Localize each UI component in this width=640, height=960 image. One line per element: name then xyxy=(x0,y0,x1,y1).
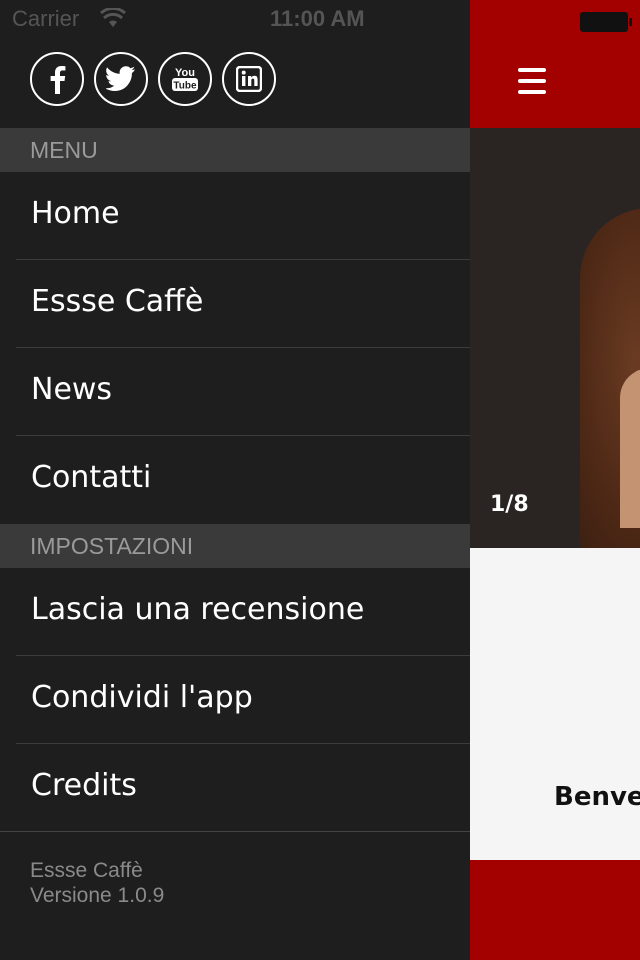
footer-divider xyxy=(0,831,470,832)
settings-item-label: Lascia una recensione xyxy=(31,592,365,627)
svg-text:Tube: Tube xyxy=(173,81,197,92)
slide-image-face xyxy=(620,368,640,528)
status-bar: Carrier 11:00 AM xyxy=(0,0,470,40)
hamburger-line xyxy=(518,90,546,94)
settings-section-label: IMPOSTAZIONI xyxy=(30,533,194,559)
hero-slider[interactable]: 1/8 xyxy=(470,128,640,548)
settings-item-share[interactable]: Condividi l'app xyxy=(16,656,470,744)
main-screen: 1/8 Benve xyxy=(470,0,640,960)
linkedin-button[interactable] xyxy=(222,52,276,106)
bottom-bar xyxy=(470,860,640,960)
menu-section-header: MENU xyxy=(0,128,470,172)
slider-counter: 1/8 xyxy=(490,492,529,517)
menu-item-essse-caffe[interactable]: Essse Caffè xyxy=(16,260,470,348)
settings-section-header: IMPOSTAZIONI xyxy=(0,524,470,568)
social-links: You Tube xyxy=(30,52,276,106)
welcome-text: Benve xyxy=(554,782,640,812)
settings-item-label: Condividi l'app xyxy=(31,680,253,715)
settings-item-review[interactable]: Lascia una recensione xyxy=(16,568,470,656)
menu-section-label: MENU xyxy=(30,137,98,163)
menu-toggle-button[interactable] xyxy=(510,64,554,98)
footer-app-name: Essse Caffè xyxy=(30,859,143,882)
top-app-bar xyxy=(470,0,640,128)
svg-text:You: You xyxy=(175,67,195,79)
menu-item-label: Essse Caffè xyxy=(31,284,204,319)
youtube-icon: You Tube xyxy=(172,67,198,92)
twitter-button[interactable] xyxy=(94,52,148,106)
linkedin-icon xyxy=(236,66,262,92)
menu-item-label: Contatti xyxy=(31,460,152,495)
menu-item-home[interactable]: Home xyxy=(16,172,470,260)
twitter-icon xyxy=(106,66,135,91)
clock: 11:00 AM xyxy=(270,6,365,31)
settings-item-label: Credits xyxy=(31,768,137,803)
facebook-button[interactable] xyxy=(30,52,84,106)
settings-item-credits[interactable]: Credits xyxy=(16,744,470,832)
menu-item-label: Home xyxy=(31,196,120,231)
hamburger-line xyxy=(518,68,546,72)
battery-icon xyxy=(580,12,632,32)
wifi-icon xyxy=(100,8,126,27)
menu-item-label: News xyxy=(31,372,113,407)
app-info-footer: Essse Caffè Versione 1.0.9 xyxy=(30,858,164,908)
menu-item-contatti[interactable]: Contatti xyxy=(16,436,470,524)
navigation-drawer: Carrier 11:00 AM You Tube MENU Home Esss… xyxy=(0,0,470,960)
hamburger-line xyxy=(518,79,546,83)
youtube-button[interactable]: You Tube xyxy=(158,52,212,106)
facebook-icon xyxy=(50,66,66,94)
menu-item-news[interactable]: News xyxy=(16,348,470,436)
footer-version: Versione 1.0.9 xyxy=(30,884,165,907)
carrier-label: Carrier xyxy=(12,6,80,31)
